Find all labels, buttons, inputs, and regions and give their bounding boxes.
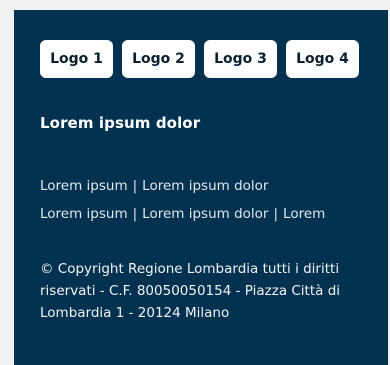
- footer-links-row-2: Lorem ipsum | Lorem ipsum dolor | Lorem: [40, 200, 388, 228]
- footer-link[interactable]: Lorem: [283, 206, 325, 222]
- link-separator: |: [132, 178, 138, 194]
- copyright-text: © Copyright Regione Lombardia tutti i di…: [40, 261, 341, 321]
- logo-1-button[interactable]: Logo 1: [40, 40, 113, 78]
- footer-title: Lorem ipsum dolor: [40, 114, 201, 132]
- link-separator: |: [273, 206, 279, 222]
- footer-link[interactable]: Lorem ipsum: [40, 178, 128, 194]
- footer-links: Lorem ipsum | Lorem ipsum dolor Lorem ipsu…: [40, 172, 388, 228]
- link-separator: |: [132, 206, 138, 222]
- logo-row: Logo 1 Logo 2 Logo 3 Logo 4: [40, 40, 388, 78]
- logo-4-button[interactable]: Logo 4: [286, 40, 359, 78]
- logo-2-button[interactable]: Logo 2: [122, 40, 195, 78]
- footer-link[interactable]: Lorem ipsum: [40, 206, 128, 222]
- logo-3-button[interactable]: Logo 3: [204, 40, 277, 78]
- footer-links-row-1: Lorem ipsum | Lorem ipsum dolor: [40, 172, 388, 200]
- site-footer: Logo 1 Logo 2 Logo 3 Logo 4 Lorem ipsum …: [14, 10, 388, 365]
- footer-link[interactable]: Lorem ipsum dolor: [142, 206, 268, 222]
- footer-link[interactable]: Lorem ipsum dolor: [142, 178, 268, 194]
